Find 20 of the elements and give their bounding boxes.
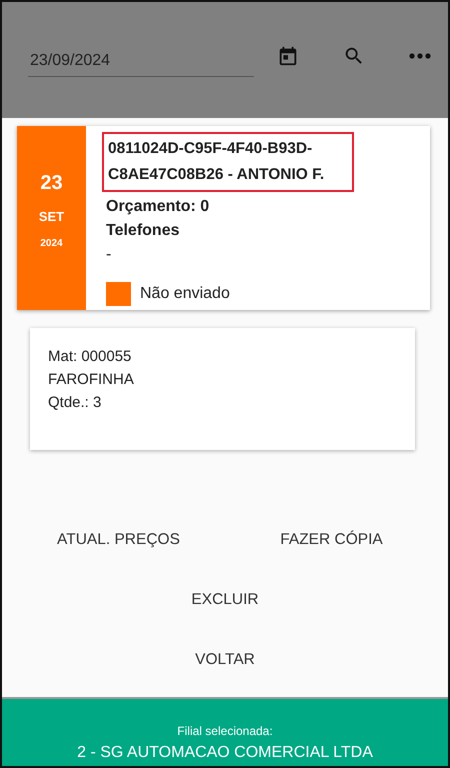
branch-name: 2 - SG AUTOMACAO COMERCIAL LTDA xyxy=(77,744,373,762)
date-field[interactable]: 23/09/2024 xyxy=(28,46,254,77)
day-text: 23 xyxy=(40,172,63,194)
phones-text: - xyxy=(106,246,112,264)
item-card[interactable]: Mat: 000055 FAROFINHA Qtde.: 3 xyxy=(30,328,415,450)
order-title: 0811024D-C95F-4F40-B93D-C8AE47C08B26 - ANTONIO F. xyxy=(102,132,354,192)
status-text: Não enviado xyxy=(140,285,230,303)
order-card[interactable]: 23 SET 2024 0811024D-C95F-4F40-B93D-C8AE47C08B26 - ANTONIO F. Orçamento: 0 Telefones - Não enviado xyxy=(17,126,430,310)
item-text: FAROFINHA xyxy=(48,371,135,388)
branch-label: Filial selecionada: xyxy=(177,724,273,738)
action-button[interactable]: FAZER CÓPIA xyxy=(270,520,393,560)
action-button[interactable]: EXCLUIR xyxy=(181,580,269,620)
item-text: Mat: 000055 xyxy=(48,348,132,365)
year-text: 2024 xyxy=(40,238,63,248)
item-text: Qtde.: 3 xyxy=(48,394,102,411)
action-button[interactable]: VOLTAR xyxy=(185,640,265,680)
month-text: SET xyxy=(38,208,64,224)
action-button[interactable]: ATUAL. PREÇOS xyxy=(47,520,190,560)
phones-label: Telefones xyxy=(106,222,180,240)
budget-text: Orçamento: 0 xyxy=(106,198,210,216)
